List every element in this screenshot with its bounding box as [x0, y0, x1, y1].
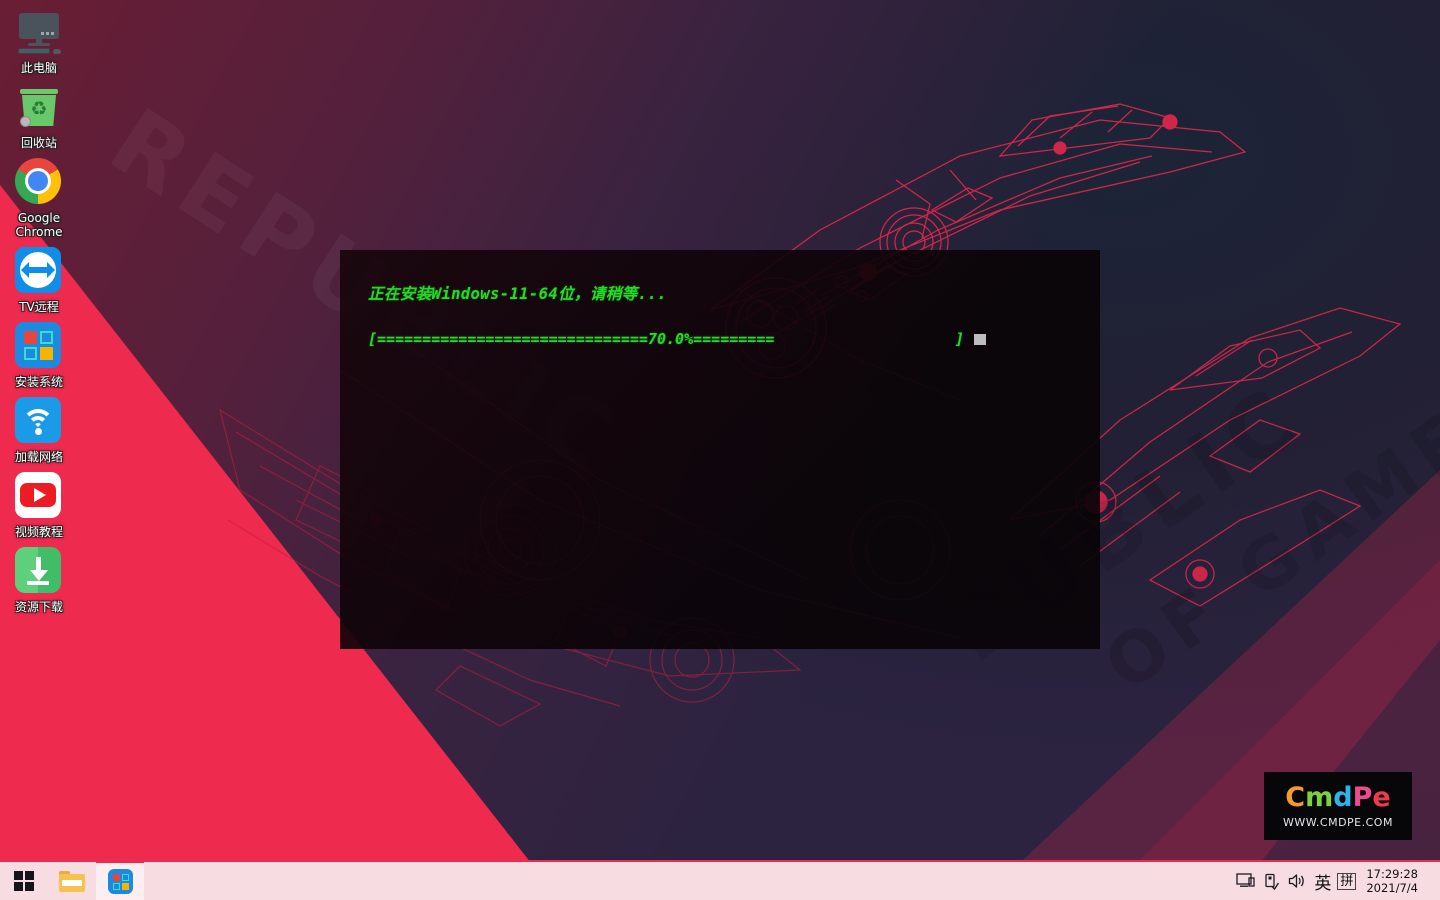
console-cursor — [974, 334, 987, 345]
desktop-icon-teamviewer[interactable]: TV远程 — [0, 239, 78, 314]
recycle-bin-icon: ♻ — [15, 83, 63, 131]
desktop-icon-grid: 此电脑 ♻ 回收站 Google Chrome TV远程 安装系统 加载网络 视… — [0, 0, 78, 614]
youtube-icon — [15, 472, 63, 520]
desktop-icon-label: 视频教程 — [14, 525, 63, 539]
system-tray: 英 拼 17:29:28 2021/7/4 — [1232, 862, 1440, 900]
desktop-icon-label: Google Chrome — [15, 211, 63, 239]
cmdpe-letter-m: m — [1305, 782, 1334, 813]
desktop-icon-resource-download[interactable]: 资源下载 — [0, 539, 78, 614]
desktop-icon-label: 加载网络 — [14, 450, 63, 464]
installer-console-window[interactable]: 正在安装Windows-11-64位，请稍等... [=============… — [340, 250, 1100, 649]
folder-icon — [59, 870, 85, 892]
taskbar-file-explorer[interactable] — [48, 862, 96, 900]
ime-language-indicator[interactable]: 英 — [1310, 869, 1335, 894]
cmdpe-letter-p: P — [1352, 782, 1373, 813]
install-system-icon — [107, 868, 133, 894]
desktop-icon-recycle-bin[interactable]: ♻ 回收站 — [0, 75, 78, 150]
desktop-icon-label: TV远程 — [19, 300, 59, 314]
download-icon — [15, 547, 63, 595]
taskbar-apps — [0, 860, 144, 900]
cmdpe-watermark-logo: CmdPe WWW.CMDPE.COM — [1264, 772, 1412, 840]
wifi-icon — [15, 397, 63, 445]
desktop-icon-label: 安装系统 — [14, 375, 63, 389]
desktop-icon-label: 此电脑 — [20, 61, 57, 75]
desktop-icon-label: 资源下载 — [14, 600, 63, 614]
cmdpe-letter-e: e — [1372, 782, 1391, 813]
clock-time: 17:29:28 — [1366, 867, 1418, 881]
install-system-icon — [15, 322, 63, 370]
teamviewer-icon — [15, 247, 63, 295]
desktop-icon-install-system[interactable]: 安装系统 — [0, 314, 78, 389]
progress-bar-text: [==============================70.0%====… — [368, 330, 965, 348]
volume-icon[interactable] — [1284, 861, 1310, 900]
taskbar-clock[interactable]: 17:29:28 2021/7/4 — [1362, 867, 1426, 895]
desktop-icon-video-tutorial[interactable]: 视频教程 — [0, 464, 78, 539]
cmdpe-letter-d: d — [1333, 782, 1353, 813]
windows-logo-icon — [14, 871, 34, 891]
display-icon[interactable] — [1232, 861, 1258, 900]
chrome-icon — [15, 158, 63, 206]
cmdpe-letter-c: C — [1285, 782, 1306, 813]
taskbar: 英 拼 17:29:28 2021/7/4 — [0, 860, 1440, 900]
clock-date: 2021/7/4 — [1366, 881, 1418, 895]
taskbar-install-system-app[interactable] — [96, 860, 144, 900]
taskbar-empty-space — [144, 862, 1232, 900]
desktop-icon-label: 回收站 — [20, 136, 57, 150]
start-button[interactable] — [0, 862, 48, 900]
install-progress-bar: [==============================70.0%====… — [368, 330, 1100, 348]
usb-safely-remove-icon[interactable] — [1258, 861, 1284, 900]
desktop-icon-this-pc[interactable]: 此电脑 — [0, 0, 78, 75]
install-status-text: 正在安装Windows-11-64位，请稍等... — [368, 285, 667, 303]
computer-icon — [15, 8, 63, 56]
desktop-icon-load-network[interactable]: 加载网络 — [0, 389, 78, 464]
desktop-icon-google-chrome[interactable]: Google Chrome — [0, 150, 78, 239]
ime-mode-indicator[interactable]: 拼 — [1337, 872, 1357, 890]
cmdpe-wordmark: CmdPe — [1285, 783, 1390, 813]
cmdpe-url: WWW.CMDPE.COM — [1283, 816, 1393, 829]
